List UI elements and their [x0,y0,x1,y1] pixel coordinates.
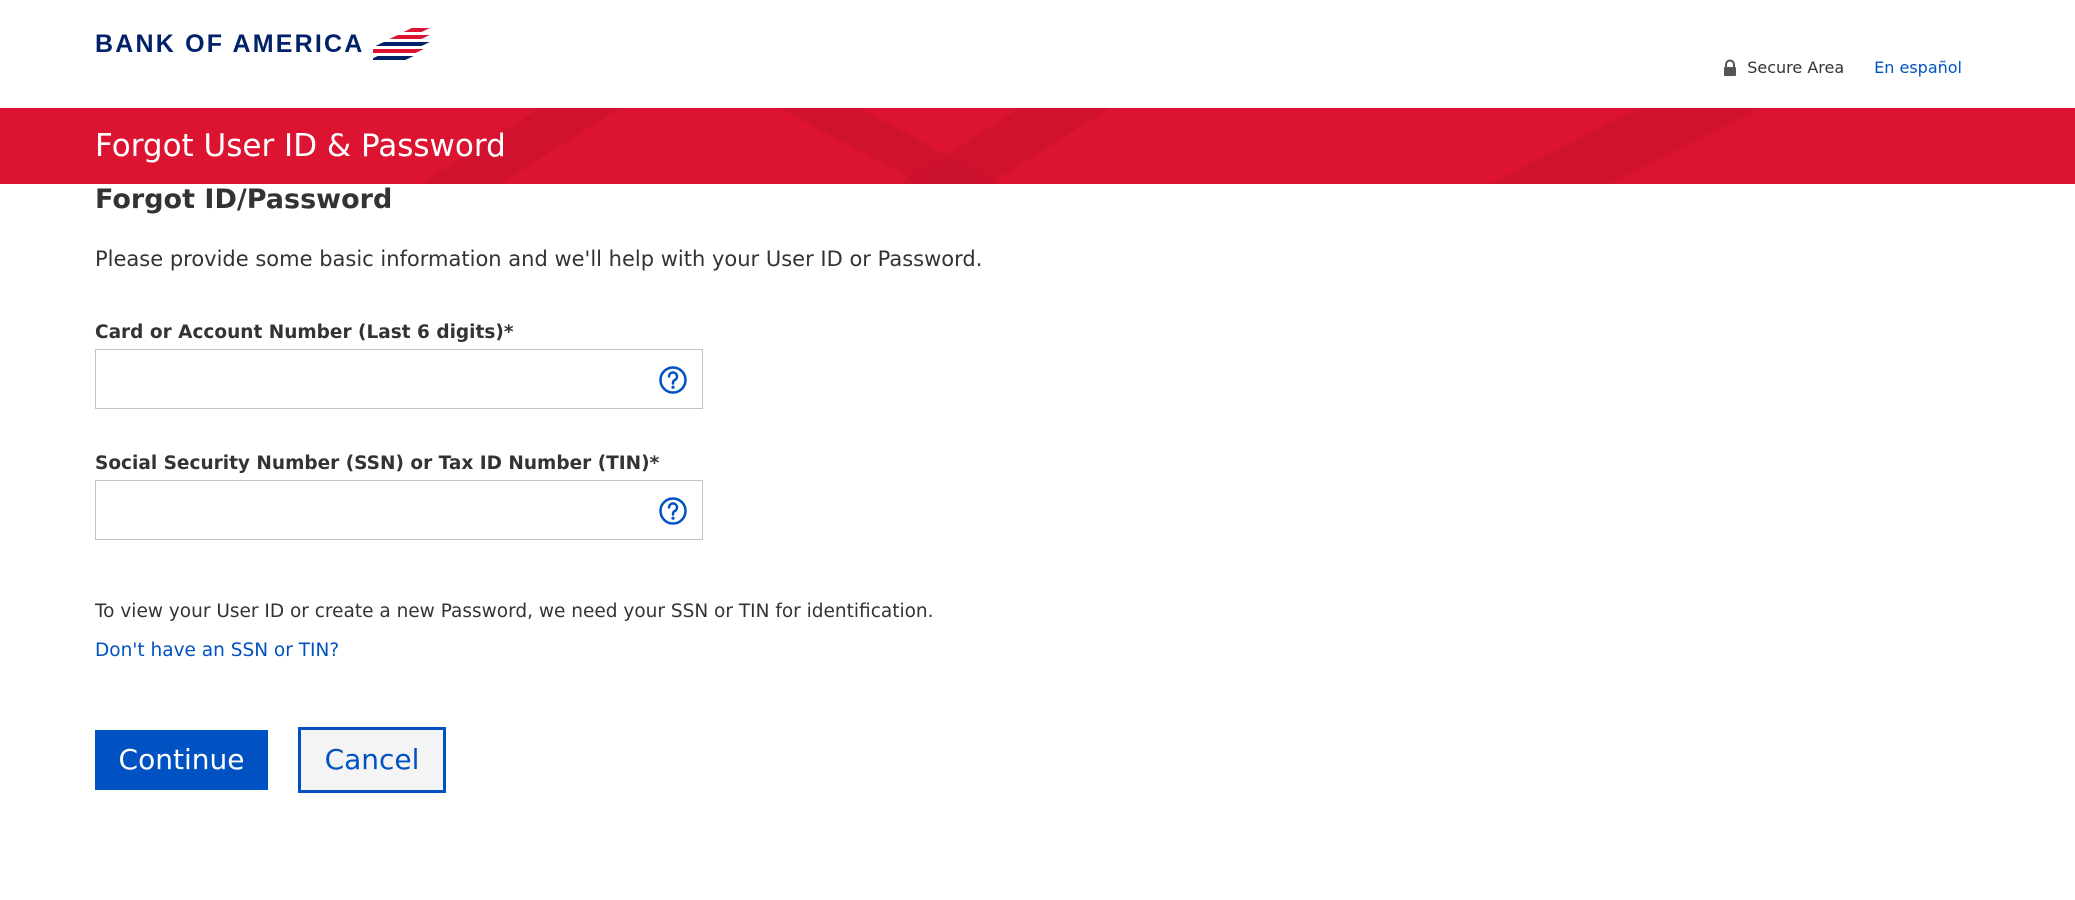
account-number-input[interactable] [96,349,702,408]
no-ssn-link[interactable]: Don't have an SSN or TIN? [95,640,339,661]
logo-wordmark: BANK OF AMERICA [95,29,365,58]
form-heading: Forgot ID/Password [95,184,393,215]
lock-icon [1724,59,1737,76]
bank-logo[interactable]: BANK OF AMERICA [95,26,437,62]
account-number-field [95,348,703,409]
secure-area-label: Secure Area [1747,58,1845,77]
form-intro: Please provide some basic information an… [95,247,983,272]
bank-flag-logo-icon [372,28,430,60]
question-circle-icon[interactable] [658,496,688,526]
forgot-id-form: Forgot ID/Password Please provide some b… [95,184,1295,793]
continue-button[interactable]: Continue [95,729,268,790]
cancel-button[interactable]: Cancel [298,726,446,793]
espanol-link[interactable]: En español [1874,58,1962,77]
account-number-label: Card or Account Number (Last 6 digits)* [95,321,514,343]
ssn-field [95,479,703,540]
page-banner: Forgot User ID & Password [0,108,2075,184]
account-number-group: Card or Account Number (Last 6 digits)* [95,321,1295,409]
site-header: BANK OF AMERICA Secure Area En español [0,0,2075,108]
form-actions: Continue Cancel [95,726,1295,793]
ssn-group: Social Security Number (SSN) or Tax ID N… [95,452,1295,540]
ssn-input[interactable] [96,480,702,539]
page-title: Forgot User ID & Password [95,128,506,164]
secure-area: Secure Area [1723,58,1844,77]
question-circle-icon[interactable] [658,365,688,395]
header-utility-links: Secure Area En español [1723,58,1962,77]
ssn-label: Social Security Number (SSN) or Tax ID N… [95,452,660,474]
no-ssn-link-row: Don't have an SSN or TIN? [95,640,1295,661]
ssn-note: To view your User ID or create a new Pas… [95,600,934,622]
